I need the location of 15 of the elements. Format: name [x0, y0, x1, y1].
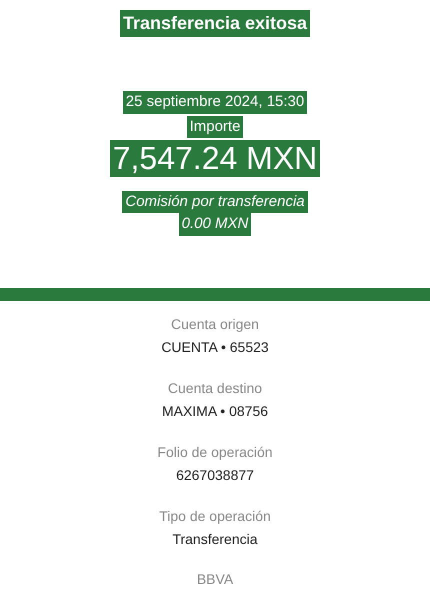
detail-value: 6267038877: [176, 466, 254, 485]
amount-label: Importe: [186, 116, 244, 138]
fee-label: Comisión por transferencia: [122, 190, 308, 214]
fee-amount: 0.00 MXN: [178, 213, 252, 236]
amount: 7,547.24 MXN: [110, 140, 320, 177]
title: Transferencia exitosa: [120, 10, 310, 37]
detail-label: Cuenta origen: [171, 314, 259, 334]
detail-label: Folio de operación: [157, 442, 273, 462]
detail-value: MAXIMA • 08756: [162, 402, 268, 421]
detail-value: CUENTA • 65523: [161, 338, 269, 357]
detail-label: Tipo de operación: [159, 506, 271, 526]
transfer-date: 25 septiembre 2024, 15:30: [122, 91, 308, 114]
detail-value: Transferencia: [172, 530, 258, 549]
bank-name: BBVA: [196, 570, 234, 589]
detail-label: Cuenta destino: [168, 378, 262, 398]
